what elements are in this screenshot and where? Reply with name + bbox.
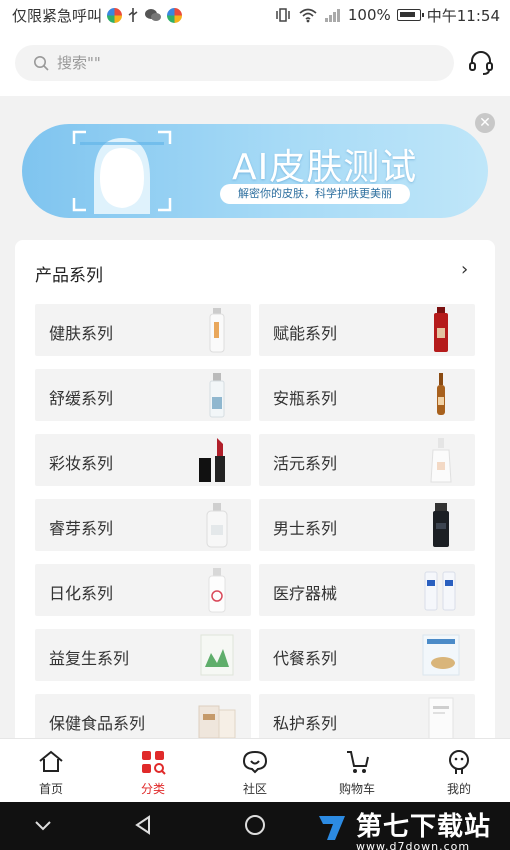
category-label: 日化系列 <box>49 584 114 603</box>
banner-title: AI皮肤测试 <box>232 147 418 188</box>
category-label: 睿芽系列 <box>49 519 114 538</box>
app-notification-icon <box>107 7 123 23</box>
back-icon[interactable] <box>132 814 154 836</box>
home-icon <box>39 750 63 772</box>
spray-bottle-icon <box>209 373 225 418</box>
chevron-right-icon[interactable]: › <box>461 259 468 280</box>
black-bottle-icon <box>433 503 449 547</box>
cart-icon <box>347 751 369 773</box>
app-notification-icon-2 <box>167 7 183 23</box>
care-box-icon <box>428 697 454 743</box>
tab-home[interactable]: 首页 <box>0 739 102 802</box>
category-icon <box>142 751 166 775</box>
category-label: 男士系列 <box>273 519 338 538</box>
serum-bottle-icon <box>209 308 225 353</box>
face-scan-icon <box>72 130 172 214</box>
community-icon <box>242 750 268 774</box>
meal-box-icon <box>422 634 460 676</box>
category-label: 活元系列 <box>273 454 338 473</box>
profile-icon <box>449 750 469 774</box>
tab-label: 购物车 <box>338 782 375 796</box>
tab-label: 我的 <box>446 782 471 796</box>
bottom-tab-bar: 首页 分类 社区 购物车 我的 <box>0 738 510 802</box>
carrier-text: 仅限紧急呼叫 <box>12 6 103 25</box>
tab-cart[interactable]: 购物车 <box>306 739 408 802</box>
vibrate-icon <box>276 8 290 22</box>
category-label: 益复生系列 <box>49 649 130 668</box>
category-item[interactable]: 安瓶系列 <box>259 369 475 421</box>
wifi-icon <box>299 8 317 23</box>
banner-subtitle: 解密你的皮肤，科学护肤更美丽 <box>220 184 410 204</box>
supplement-box-icon <box>200 634 234 676</box>
tab-label: 首页 <box>38 782 63 796</box>
category-label: 彩妆系列 <box>49 454 114 473</box>
customer-service-icon[interactable] <box>467 49 495 77</box>
category-item[interactable]: 健肤系列 <box>35 304 251 356</box>
close-banner-icon[interactable]: ✕ <box>475 113 495 133</box>
tab-category[interactable]: 分类 <box>102 739 204 802</box>
category-content: AI皮肤测试 解密你的皮肤，科学护肤更美丽 ✕ 产品系列 › 健肤系列 赋能系列… <box>0 96 510 760</box>
battery-icon <box>396 9 424 21</box>
red-bottle-icon <box>434 307 448 352</box>
category-label: 安瓶系列 <box>273 389 338 408</box>
watermark: 第七下载站 www.d7down.com <box>356 806 491 850</box>
search-input[interactable] <box>57 54 437 72</box>
category-label: 保健食品系列 <box>49 714 146 733</box>
watermark-logo-icon <box>319 816 345 840</box>
category-item[interactable]: 舒缓系列 <box>35 369 251 421</box>
top-header <box>0 30 510 96</box>
collapse-icon[interactable] <box>32 814 54 836</box>
home-button-icon[interactable] <box>244 814 266 836</box>
category-item[interactable]: 日化系列 <box>35 564 251 616</box>
battery-percent: 100% <box>347 6 391 24</box>
lipstick-icon <box>199 438 225 482</box>
search-bar[interactable] <box>15 45 454 81</box>
tab-label: 分类 <box>140 782 165 796</box>
category-item[interactable]: 彩妆系列 <box>35 434 251 486</box>
category-label: 健肤系列 <box>49 324 114 343</box>
dropper-bottle-icon <box>430 438 452 483</box>
status-bar: 仅限紧急呼叫 100% 中午11:54 <box>0 0 510 30</box>
category-item[interactable]: 活元系列 <box>259 434 475 486</box>
search-icon <box>34 56 49 71</box>
wechat-icon <box>145 9 162 21</box>
category-item[interactable]: 男士系列 <box>259 499 475 551</box>
product-series-card: 产品系列 › 健肤系列 赋能系列 舒缓系列 安瓶系列 彩妆系列 活元系列 睿芽系… <box>15 240 495 760</box>
ampoule-icon <box>437 373 445 415</box>
category-item[interactable]: 益复生系列 <box>35 629 251 681</box>
usb-icon <box>128 8 138 22</box>
pump-bottle-icon <box>206 503 228 548</box>
medical-bottles-icon <box>424 571 456 611</box>
tab-profile[interactable]: 我的 <box>408 739 510 802</box>
ai-skin-test-banner[interactable]: AI皮肤测试 解密你的皮肤，科学护肤更美丽 <box>22 124 488 218</box>
category-item[interactable]: 医疗器械 <box>259 564 475 616</box>
tab-community[interactable]: 社区 <box>204 739 306 802</box>
cleanser-bottle-icon <box>208 568 226 613</box>
category-item[interactable]: 赋能系列 <box>259 304 475 356</box>
category-item[interactable]: 代餐系列 <box>259 629 475 681</box>
section-title: 产品系列 <box>35 266 103 286</box>
health-food-icon <box>198 705 236 739</box>
category-label: 私护系列 <box>273 714 338 733</box>
tab-label: 社区 <box>242 782 267 796</box>
category-label: 舒缓系列 <box>49 389 114 408</box>
category-item[interactable]: 睿芽系列 <box>35 499 251 551</box>
watermark-text: 第七下载站 <box>356 812 492 842</box>
category-label: 赋能系列 <box>273 324 338 343</box>
category-label: 医疗器械 <box>273 584 338 603</box>
category-label: 代餐系列 <box>273 649 338 668</box>
signal-icon <box>324 9 340 22</box>
clock: 中午11:54 <box>426 6 500 25</box>
